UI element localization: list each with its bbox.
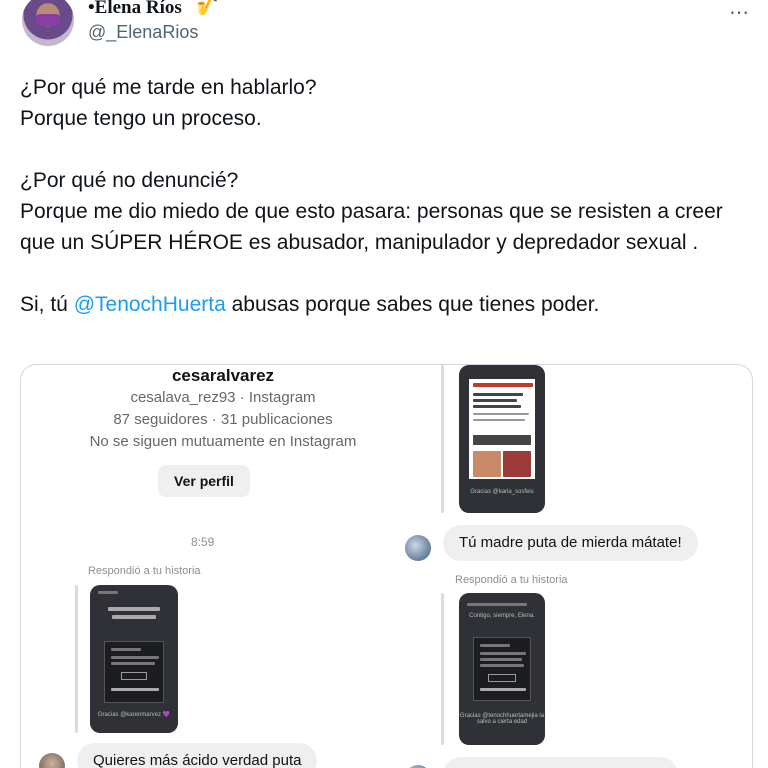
paragraph-3-suffix: abusas porque sabes que tienes poder. <box>225 293 600 316</box>
paragraph-2: ¿Por qué no denuncié? Porque me dio mied… <box>20 165 750 258</box>
instagram-profile-card: cesaralvarez cesalava_rez93 · Instagram … <box>21 365 425 453</box>
reply-thread-line-top <box>441 365 444 513</box>
story-caption-bottom-right: Gracias @tenochhuertamejia la salvo a ci… <box>459 713 545 725</box>
ig-stats: 87 seguidores · 31 publicaciones <box>113 411 333 428</box>
paragraph-3: Si, tú @TenochHuerta abusas porque sabes… <box>20 289 750 320</box>
sender-avatar-right <box>405 535 431 561</box>
paragraph-2-line-1: ¿Por qué no denuncié? <box>20 169 239 192</box>
reply-thread-line <box>75 585 78 733</box>
ig-subtitle: cesalava_rez93 · Instagram <box>130 389 316 406</box>
replied-to-story-label-right: Respondió a tu historia <box>455 574 568 586</box>
message-bubble-right-top: Tú madre puta de mierda mátate! <box>443 525 698 561</box>
replied-to-story-label: Respondió a tu historia <box>88 565 201 577</box>
paragraph-2-line-2: Porque me dio miedo de que esto pasara: … <box>20 200 723 254</box>
mention-link[interactable]: @TenochHuerta <box>74 293 226 316</box>
paragraph-1: ¿Por qué me tarde en hablarlo? Porque te… <box>20 72 750 134</box>
author-handle[interactable]: @_ElenaRios <box>88 22 198 43</box>
reply-thread-line-bottom <box>441 593 444 745</box>
attached-image[interactable]: cesaralvarez cesalava_rez93 · Instagram … <box>20 364 753 768</box>
author-avatar[interactable] <box>22 0 74 46</box>
view-profile-button[interactable]: Ver perfil <box>158 465 250 497</box>
paragraph-3-prefix: Si, tú <box>20 293 74 316</box>
story-thumbnail-top-right[interactable]: Gracias @karla_sosfeis <box>459 365 545 513</box>
story-header-text: Contigo, siempre, Elena. <box>469 613 535 619</box>
ig-username: cesaralvarez <box>171 366 275 385</box>
message-bubble-left: Quieres más ácido verdad puta <box>77 743 318 768</box>
paragraph-1-line-2: Porque tengo un proceso. <box>20 107 262 130</box>
message-bubble-right-bottom: Ojo ahora el débil está que dio <box>443 757 679 768</box>
face-mask <box>36 14 60 26</box>
tweet-text: ¿Por qué me tarde en hablarlo? Porque te… <box>20 72 750 351</box>
story-caption-left: Gracias @karenmarvez 💜 <box>97 712 171 718</box>
author-name[interactable]: •Elena Ríos <box>88 0 182 19</box>
story-caption-top-right: Gracias @karla_sosfeis <box>470 489 534 495</box>
saxophone-emoji-icon: 🎷 <box>196 0 219 16</box>
story-thumbnail-left[interactable]: Gracias @karenmarvez 💜 <box>90 585 178 733</box>
sender-avatar-left <box>39 753 65 768</box>
ig-follow-status: No se siguen mutuamente en Instagram <box>89 433 357 450</box>
story-thumbnail-bottom-right[interactable]: Contigo, siempre, Elena. Gracias @tenoch… <box>459 593 545 745</box>
more-options-icon[interactable]: ⋯ <box>729 0 750 25</box>
paragraph-1-line-1: ¿Por qué me tarde en hablarlo? <box>20 76 317 99</box>
message-time: 8:59 <box>191 535 215 549</box>
